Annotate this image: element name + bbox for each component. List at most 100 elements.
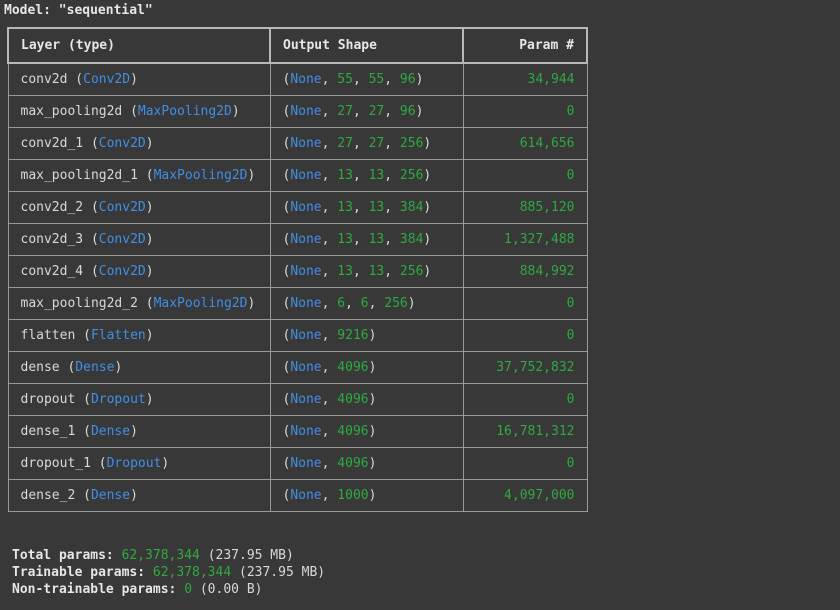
total-params-size: (237.95 MB) [207, 548, 294, 563]
layer-name: max_pooling2d [20, 103, 123, 119]
layer-cell: conv2d_4 (Conv2D) [7, 254, 271, 288]
shape-dim: 384 [399, 231, 424, 247]
layer-cell: flatten (Flatten) [7, 318, 271, 352]
table-row: conv2d (Conv2D) (None, 55, 55, 96) 34,944 [7, 62, 588, 96]
shape-dim: 13 [337, 263, 353, 279]
layer-cell: max_pooling2d_2 (MaxPooling2D) [7, 286, 271, 320]
param-count-cell: 16,781,312 [462, 414, 588, 448]
shape-dim: 4096 [337, 455, 369, 471]
model-summary-table: Layer (type) Output Shape Param # conv2d… [7, 27, 588, 512]
table-body: conv2d (Conv2D) (None, 55, 55, 96) 34,944 m… [7, 62, 588, 512]
shape-dim: 27 [368, 135, 385, 151]
table-header-row: Layer (type) Output Shape Param # [7, 27, 588, 64]
layer-cell: dropout (Dropout) [7, 382, 271, 416]
shape-batch-dim: None [290, 455, 322, 471]
header-param-count: Param # [462, 27, 588, 64]
param-count-cell: 0 [462, 94, 588, 128]
layer-cell: max_pooling2d_1 (MaxPooling2D) [7, 158, 271, 192]
shape-dim: 27 [337, 103, 353, 119]
param-summary: Total params: 62,378,344 (237.95 MB) Tra… [12, 547, 325, 598]
total-params-value: 62,378,344 [121, 548, 200, 563]
shape-batch-dim: None [290, 263, 322, 279]
output-shape-cell: (None, 27, 27, 256) [269, 126, 464, 160]
layer-type: Dropout [106, 455, 162, 471]
param-count-cell: 37,752,832 [462, 350, 588, 384]
shape-dim: 13 [337, 199, 353, 215]
output-shape-cell: (None, 4096) [269, 414, 464, 448]
shape-batch-dim: None [290, 199, 322, 215]
shape-batch-dim: None [290, 327, 322, 343]
non-trainable-params-line: Non-trainable params: 0 (0.00 B) [12, 581, 325, 598]
shape-batch-dim: None [290, 391, 322, 407]
table-row: conv2d_3 (Conv2D) (None, 13, 13, 384) 1,32… [7, 222, 588, 256]
table-row: conv2d_2 (Conv2D) (None, 13, 13, 384) 885,… [7, 190, 588, 224]
layer-cell: conv2d_1 (Conv2D) [7, 126, 271, 160]
layer-cell: conv2d_2 (Conv2D) [7, 190, 271, 224]
table-row: max_pooling2d_1 (MaxPooling2D) (None, 13,… [7, 158, 588, 192]
param-count-cell: 34,944 [462, 62, 588, 96]
header-output-shape: Output Shape [269, 27, 464, 64]
layer-type: MaxPooling2D [153, 295, 248, 311]
shape-batch-dim: None [290, 295, 322, 311]
param-count-cell: 0 [462, 158, 588, 192]
shape-dim: 256 [399, 263, 424, 279]
shape-dim: 4096 [337, 391, 369, 407]
shape-dim: 4096 [337, 359, 369, 375]
output-shape-cell: (None, 4096) [269, 446, 464, 480]
shape-batch-dim: None [290, 103, 322, 119]
shape-dim: 55 [368, 71, 385, 87]
shape-dim: 13 [368, 167, 385, 183]
param-count-cell: 0 [462, 318, 588, 352]
shape-dim: 13 [368, 199, 385, 215]
trainable-params-line: Trainable params: 62,378,344 (237.95 MB) [12, 564, 325, 581]
layer-type: Conv2D [98, 199, 146, 215]
shape-dim: 13 [368, 263, 385, 279]
output-shape-cell: (None, 4096) [269, 350, 464, 384]
shape-dim: 9216 [337, 327, 369, 343]
table-row: max_pooling2d_2 (MaxPooling2D) (None, 6, … [7, 286, 588, 320]
shape-dim: 55 [337, 71, 353, 87]
table-row: dropout_1 (Dropout) (None, 4096) 0 [7, 446, 588, 480]
layer-type: Dense [90, 487, 131, 503]
table-row: max_pooling2d (MaxPooling2D) (None, 27, 2… [7, 94, 588, 128]
shape-dim: 27 [337, 135, 353, 151]
total-params-line: Total params: 62,378,344 (237.95 MB) [12, 547, 325, 564]
table-row: dense_2 (Dense) (None, 1000) 4,097,000 [7, 478, 588, 512]
layer-type: MaxPooling2D [153, 167, 248, 183]
shape-dim: 27 [368, 103, 385, 119]
output-shape-cell: (None, 13, 13, 256) [269, 158, 464, 192]
layer-type: Conv2D [98, 135, 146, 151]
layer-name: conv2d_2 [20, 199, 84, 215]
trainable-params-size: (237.95 MB) [239, 565, 326, 580]
shape-batch-dim: None [290, 167, 322, 183]
shape-dim: 256 [384, 295, 408, 311]
output-shape-cell: (None, 1000) [269, 478, 464, 512]
layer-type: Conv2D [83, 71, 131, 87]
shape-dim: 256 [399, 167, 424, 183]
layer-type: Dense [90, 423, 131, 439]
output-shape-cell: (None, 4096) [269, 382, 464, 416]
param-count-cell: 4,097,000 [462, 478, 588, 512]
shape-dim: 96 [399, 103, 416, 119]
shape-dim: 13 [368, 231, 385, 247]
shape-dim: 4096 [337, 423, 369, 439]
table-row: flatten (Flatten) (None, 9216) 0 [7, 318, 588, 352]
layer-type: Conv2D [98, 263, 146, 279]
layer-cell: dropout_1 (Dropout) [7, 446, 271, 480]
layer-cell: dense_2 (Dense) [7, 478, 271, 512]
shape-batch-dim: None [290, 231, 322, 247]
total-params-label: Total params: [12, 548, 114, 563]
shape-dim: 384 [399, 199, 424, 215]
output-shape-cell: (None, 13, 13, 384) [269, 190, 464, 224]
non-trainable-params-value: 0 [184, 582, 193, 597]
shape-batch-dim: None [290, 71, 322, 87]
layer-cell: dense (Dense) [7, 350, 271, 384]
layer-name: conv2d_3 [20, 231, 84, 247]
shape-batch-dim: None [290, 487, 322, 503]
table-row: dense_1 (Dense) (None, 4096) 16,781,312 [7, 414, 588, 448]
layer-cell: max_pooling2d (MaxPooling2D) [7, 94, 271, 128]
trainable-params-value: 62,378,344 [152, 565, 232, 580]
param-count-cell: 885,120 [462, 190, 588, 224]
layer-type: Dense [75, 359, 115, 375]
shape-dim: 1000 [337, 487, 369, 503]
